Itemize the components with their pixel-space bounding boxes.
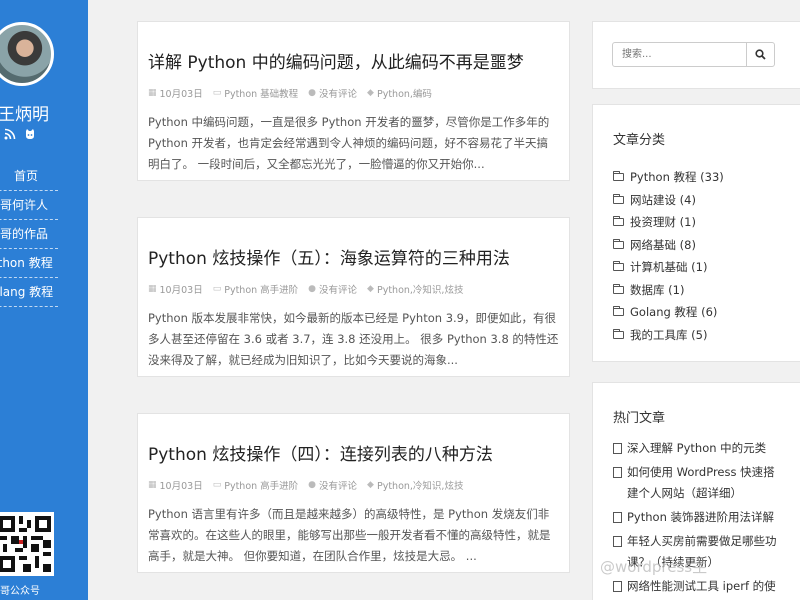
hot-article-item[interactable]: 如何使用 WordPress 快速搭建个人网站（超详细） (613, 462, 781, 504)
article-title[interactable]: Python 炫技操作（五）：海象运算符的三种用法 (148, 244, 559, 269)
article-title[interactable]: Python 炫技操作（四）：连接列表的八种方法 (148, 440, 559, 465)
category-item[interactable]: Python 教程 (33) (613, 166, 781, 189)
hot-article-item[interactable]: 网络性能测试工具 iperf 的使用 (613, 576, 781, 600)
document-icon (613, 536, 622, 547)
hot-articles-title: 热门文章 (613, 411, 666, 426)
folder-icon (613, 193, 624, 204)
article-excerpt: Python 版本发展非常快，如今最新的版本已经是 Pyhton 3.9，即便如… (148, 311, 559, 367)
article-meta: ▦ 10月03日 ▭ Python 高手进阶 ● 没有评论 ◆ Python,冷知识,炫… (148, 282, 559, 296)
folder-icon (613, 261, 624, 272)
site-name[interactable]: 王炳明 (0, 100, 49, 125)
article-title[interactable]: 详解 Python 中的编码问题，从此编码不再是噩梦 (148, 48, 559, 73)
nav-item-golang-tutorial[interactable]: Golang 教程 (0, 278, 58, 307)
category-item[interactable]: 数据库 (1) (613, 279, 781, 302)
category-item[interactable]: 计算机基础 (1) (613, 256, 781, 279)
sidebar: 王炳明 首页 明哥何许人 明哥的作品 Python 教程 Golang 教程 (0, 0, 88, 600)
comments-icon: ● (308, 480, 317, 490)
article-card: Python 炫技操作（四）：连接列表的八种方法 ▦ 10月03日 ▭ Python… (137, 413, 570, 573)
comments[interactable]: ● 没有评论 (308, 282, 357, 296)
date: ▦ 10月03日 (148, 480, 203, 492)
search-icon (755, 45, 766, 64)
nav-item-works[interactable]: 明哥的作品 (0, 220, 58, 249)
category-item[interactable]: 我的工具库 (5) (613, 324, 781, 347)
document-icon (613, 581, 622, 592)
qr-caption: 明哥公众号 (0, 586, 40, 597)
date: ▦ 10月03日 (148, 284, 203, 296)
hot-article-item[interactable]: 深入理解 Python 中的元类 (613, 438, 781, 459)
folder-icon: ▭ (212, 480, 222, 490)
comments[interactable]: ● 没有评论 (308, 86, 357, 100)
folder-icon (613, 283, 624, 294)
category-list: Python 教程 (33) 网站建设 (4) 投资理财 (1) 网络基础 (8… (613, 166, 781, 346)
github-icon[interactable] (24, 128, 38, 142)
folder-icon (613, 238, 624, 249)
nav-item-home[interactable]: 首页 (0, 162, 58, 191)
folder-icon: ▭ (212, 88, 222, 98)
category[interactable]: ▭ Python 高手进阶 (213, 282, 298, 296)
categories-widget: 文章分类 Python 教程 (33) 网站建设 (4) 投资理财 (1) 网络… (592, 104, 800, 362)
avatar[interactable] (0, 22, 54, 86)
article-card: 详解 Python 中的编码问题，从此编码不再是噩梦 ▦ 10月03日 ▭ Pyth… (137, 21, 570, 181)
article-excerpt: Python 中编码问题，一直是很多 Python 开发者的噩梦，尽管你是工作多… (148, 115, 550, 171)
folder-icon (613, 216, 624, 227)
document-icon (613, 512, 622, 523)
tags-icon: ◆ (367, 88, 374, 98)
tags-icon: ◆ (367, 480, 374, 490)
folder-icon: ▭ (212, 284, 222, 294)
category-item[interactable]: 投资理财 (1) (613, 211, 781, 234)
calendar-icon: ▦ (148, 88, 157, 98)
hot-article-item[interactable]: Python 装饰器进阶用法详解 (613, 507, 781, 528)
search-input[interactable] (612, 42, 748, 67)
tags[interactable]: ◆ Python,编码 (367, 86, 432, 100)
comments-icon: ● (308, 284, 317, 294)
qr-code (0, 512, 54, 576)
categories-title: 文章分类 (613, 133, 666, 148)
folder-icon (613, 328, 624, 339)
calendar-icon: ▦ (148, 480, 157, 490)
social-icons (4, 128, 38, 142)
document-icon (613, 467, 622, 478)
rss-icon[interactable] (4, 128, 18, 142)
comments[interactable]: ● 没有评论 (308, 478, 357, 492)
category-item[interactable]: 网络基础 (8) (613, 234, 781, 257)
category[interactable]: ▭ Python 基础教程 (213, 86, 298, 100)
watermark: @wordpress主 (600, 558, 708, 576)
document-icon (613, 443, 622, 454)
article-excerpt: Python 语言里有许多（而且是越来越多）的高级特性，是 Python 发烧友… (148, 507, 551, 563)
tags[interactable]: ◆ Python,冷知识,炫技 (367, 282, 463, 296)
tags-icon: ◆ (367, 284, 374, 294)
article-meta: ▦ 10月03日 ▭ Python 基础教程 ● 没有评论 ◆ Python,编码 (148, 86, 559, 100)
date: ▦ 10月03日 (148, 88, 203, 100)
folder-icon (613, 171, 624, 182)
calendar-icon: ▦ (148, 284, 157, 294)
tags[interactable]: ◆ Python,冷知识,炫技 (367, 478, 463, 492)
category-item[interactable]: 网站建设 (4) (613, 189, 781, 212)
comments-icon: ● (308, 88, 317, 98)
article-card: Python 炫技操作（五）：海象运算符的三种用法 ▦ 10月03日 ▭ Pytho… (137, 217, 570, 377)
nav-item-python-tutorial[interactable]: Python 教程 (0, 249, 58, 278)
search-button[interactable] (746, 42, 775, 67)
main-nav: 首页 明哥何许人 明哥的作品 Python 教程 Golang 教程 (0, 162, 58, 307)
category-item[interactable]: Golang 教程 (6) (613, 301, 781, 324)
category[interactable]: ▭ Python 高手进阶 (213, 478, 298, 492)
nav-item-about[interactable]: 明哥何许人 (0, 191, 58, 220)
folder-icon (613, 306, 624, 317)
article-meta: ▦ 10月03日 ▭ Python 高手进阶 ● 没有评论 ◆ Python,冷知识,炫… (148, 478, 559, 492)
